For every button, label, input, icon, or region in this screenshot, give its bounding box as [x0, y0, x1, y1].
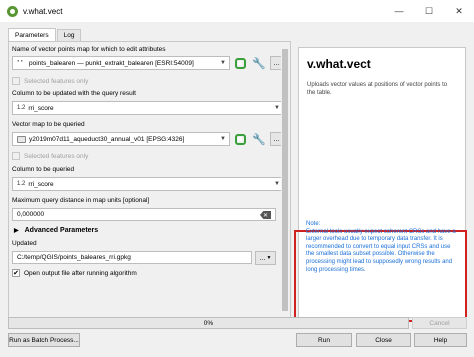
- iterate-icon: [234, 57, 246, 69]
- maximize-button[interactable]: ☐: [414, 0, 444, 22]
- run-batch-button[interactable]: Run as Batch Process...: [8, 333, 80, 347]
- chevron-down-icon: ▼: [220, 136, 226, 142]
- tab-parameters[interactable]: Parameters: [8, 28, 56, 41]
- updated-label: Updated: [12, 240, 37, 247]
- advanced-parameters-toggle[interactable]: ▶ Advanced Parameters: [14, 227, 98, 234]
- selected-only-checkbox-2[interactable]: Selected features only: [12, 152, 88, 160]
- parameters-panel: Name of vector points map for which to e…: [8, 41, 291, 318]
- window-controls: — ☐ ✕: [384, 0, 474, 22]
- run-button[interactable]: Run: [296, 333, 352, 347]
- queried-map-label: Vector map to be queried: [12, 121, 85, 128]
- field-icon: 1.2: [17, 105, 26, 111]
- iterate-button[interactable]: [233, 56, 247, 70]
- cancel-button[interactable]: Cancel: [412, 317, 467, 329]
- selected-only-checkbox-1[interactable]: Selected features only: [12, 77, 88, 85]
- queried-map-combo[interactable]: y2019m07d11_aqueduct30_annual_v01 [EPSG:…: [12, 132, 230, 146]
- checkmark-icon: ✔: [12, 269, 20, 277]
- advanced-options-button[interactable]: 🔧: [252, 56, 266, 70]
- tab-bar: Parameters Log: [8, 28, 82, 41]
- expand-triangle-icon: ▶: [14, 228, 19, 234]
- wrench-icon: 🔧: [252, 133, 266, 146]
- column-combo[interactable]: 1.2 rri_score ▼: [12, 101, 284, 115]
- help-description: Uploads vector values at positions of ve…: [307, 82, 448, 96]
- column-value: rri_score: [28, 104, 54, 112]
- clear-icon[interactable]: ✕: [260, 211, 271, 219]
- window-title: v.what.vect: [23, 6, 63, 16]
- help-note: Note: External tools usually expect cohe…: [306, 221, 456, 273]
- queried-map-value: y2019m07d11_aqueduct30_annual_v01 [EPSG:…: [29, 135, 185, 143]
- help-button[interactable]: Help: [414, 333, 467, 347]
- query-column-label: Column to be queried: [12, 166, 75, 173]
- scrollbar-thumb[interactable]: [282, 49, 288, 311]
- field-icon: 1.2: [17, 181, 26, 187]
- vector-points-value: points_balearen — punkt_extrakt_balearen…: [29, 59, 194, 67]
- help-title: v.what.vect: [307, 57, 371, 71]
- query-column-value: rri_score: [28, 180, 54, 188]
- chevron-down-icon: ▼: [274, 105, 280, 111]
- close-window-button[interactable]: ✕: [444, 0, 474, 22]
- scrollbar[interactable]: [281, 43, 289, 317]
- title-bar: v.what.vect — ☐ ✕: [0, 0, 474, 22]
- tab-log[interactable]: Log: [56, 29, 82, 41]
- wrench-icon: 🔧: [252, 57, 266, 70]
- query-column-combo[interactable]: 1.2 rri_score ▼: [12, 177, 284, 191]
- browse-output-button[interactable]: ... ▼: [255, 251, 276, 265]
- distance-input[interactable]: 0,000000 ✕: [12, 208, 276, 221]
- advanced-options-button-2[interactable]: 🔧: [252, 132, 266, 146]
- dialog-body: Parameters Log Name of vector points map…: [0, 22, 474, 357]
- qgis-icon: [7, 5, 18, 17]
- vector-map-label: Name of vector points map for which to e…: [12, 46, 166, 53]
- vector-points-combo[interactable]: points_balearen — punkt_extrakt_balearen…: [12, 56, 230, 70]
- close-button[interactable]: Close: [356, 333, 411, 347]
- progress-bar: 0%: [8, 317, 409, 329]
- column-label: Column to be updated with the query resu…: [12, 90, 136, 97]
- updated-output-input[interactable]: C:/temp/QGIS/points_baleares_rri.gpkg: [12, 251, 252, 264]
- points-layer-icon: [17, 57, 26, 67]
- distance-label: Maximum query distance in map units [opt…: [12, 197, 150, 204]
- iterate-icon: [234, 133, 246, 145]
- minimize-button[interactable]: —: [384, 0, 414, 22]
- chevron-down-icon: ▼: [220, 60, 226, 66]
- open-output-checkbox[interactable]: ✔ Open output file after running algorit…: [12, 269, 137, 277]
- iterate-button-2[interactable]: [233, 132, 247, 146]
- progress-text: 0%: [203, 319, 214, 327]
- chevron-down-icon: ▼: [266, 255, 272, 261]
- chevron-down-icon: ▼: [274, 181, 280, 187]
- raster-layer-icon: [17, 135, 26, 143]
